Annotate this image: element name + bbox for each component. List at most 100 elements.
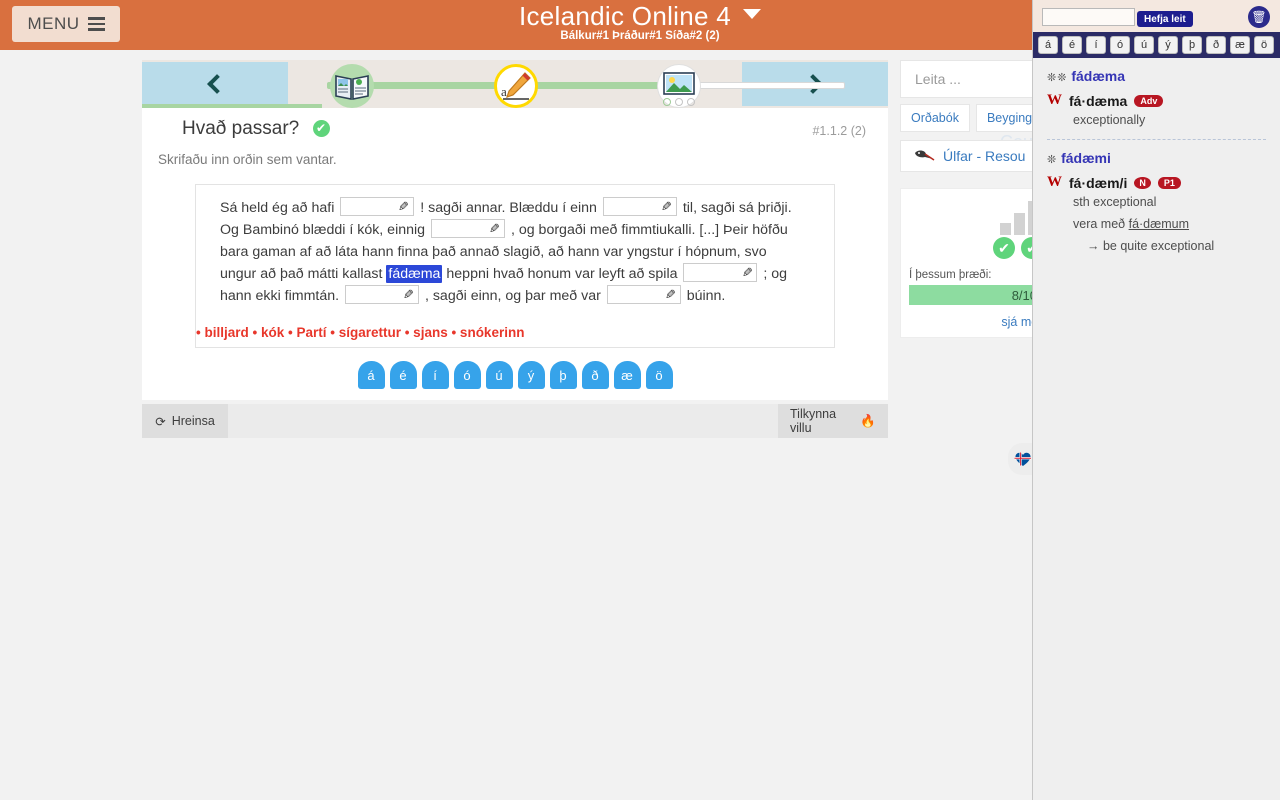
resource-link-ulfar[interactable]: Úlfar - Resou <box>900 140 1052 172</box>
page-title: Icelandic Online 4 <box>518 1 732 31</box>
check-circle-icon: ✔ <box>312 120 330 137</box>
dictionary-lemma-row: Wfá·dæma Adv <box>1047 92 1266 109</box>
chevron-left-icon <box>207 74 227 94</box>
report-error-button[interactable]: Tilkynna villu 🔥 <box>778 404 888 438</box>
dictionary-char-button-ú[interactable]: ú <box>1134 36 1154 54</box>
sidebar-search-input[interactable]: Leita ... <box>900 60 1052 98</box>
special-char-button-í[interactable]: í <box>421 361 449 389</box>
special-char-button-þ[interactable]: þ <box>549 361 577 389</box>
dictionary-headword[interactable]: fádæmi <box>1057 150 1111 166</box>
dictionary-lemma: fá·dæma <box>1069 92 1128 109</box>
dictionary-search-button-label: Hefja leit <box>1144 13 1186 25</box>
special-character-keyboard: áéíóúýþðæö <box>142 361 888 389</box>
exercise-card: Hvað passar? ✔ #1.1.2 (2) Skrifaðu inn o… <box>142 108 888 400</box>
part-of-speech-badge: N <box>1134 176 1151 189</box>
special-char-button-ó[interactable]: ó <box>453 361 481 389</box>
menu-button[interactable]: MENU <box>12 6 120 42</box>
progress-stats-card: ✔ ✔ Í þessum þræði: 8/10 sjá mei <box>900 188 1052 338</box>
progress-nav-row: a. <box>142 60 888 108</box>
exercise-title: Hvað passar? <box>182 118 300 139</box>
dictionary-char-button-ý[interactable]: ý <box>1158 36 1178 54</box>
dictionary-search-input[interactable] <box>1042 8 1135 26</box>
dictionary-entry: ❊ fádæmi Wfá·dæm/i N P1 sth exceptional vera … <box>1047 139 1266 261</box>
check-circle-icon: ✔ <box>993 237 1015 259</box>
special-char-button-ú[interactable]: ú <box>485 361 513 389</box>
dictionary-char-button-í[interactable]: í <box>1086 36 1106 54</box>
special-char-button-ö[interactable]: ö <box>645 361 673 389</box>
dictionary-search-button[interactable]: Hefja leit <box>1137 11 1193 27</box>
flame-icon: 🔥 <box>860 413 876 428</box>
step-reading[interactable] <box>330 64 374 108</box>
special-char-button-ý[interactable]: ý <box>517 361 545 389</box>
dictionary-char-button-ð[interactable]: ð <box>1206 36 1226 54</box>
step-dots <box>663 98 695 106</box>
dictionary-entry: ❊ ❊ fádæma Wfá·dæma Adv exceptionally <box>1047 68 1266 135</box>
resources-sidebar: Leita ... Orðabók Beyginga Úlfar - Resou… <box>900 60 1052 338</box>
answer-blank-input[interactable] <box>431 219 505 238</box>
exercise-text: Sá held ég að hafi ! sagði annar. Blæddu… <box>196 185 834 319</box>
tab-dictionary-label: Orðabók <box>911 111 959 125</box>
hamburger-icon <box>87 17 105 31</box>
special-char-button-é[interactable]: é <box>389 361 417 389</box>
word-cluster-icon: ❊ <box>1047 154 1056 166</box>
dictionary-char-button-é[interactable]: é <box>1062 36 1082 54</box>
special-char-button-ð[interactable]: ð <box>581 361 609 389</box>
tab-dictionary[interactable]: Orðabók <box>900 104 970 132</box>
exercise-text-box: Sá held ég að hafi ! sagði annar. Blæddu… <box>195 184 835 348</box>
selected-word[interactable]: fádæma <box>386 265 443 283</box>
dictionary-example-translation: → be quite exceptional <box>1087 239 1215 253</box>
pencil-writing-icon: a. <box>501 72 531 100</box>
word-cluster-icon: ❊ <box>1057 72 1066 84</box>
word-bank: • billjard • kók • Partí • sígarettur • … <box>196 325 525 340</box>
open-book-icon <box>335 75 369 100</box>
report-button-label: Tilkynna villu <box>790 407 837 435</box>
step-picture[interactable] <box>657 64 701 108</box>
refresh-icon: ⟳ <box>155 414 166 429</box>
dictionary-char-button-þ[interactable]: þ <box>1182 36 1202 54</box>
dictionary-char-button-á[interactable]: á <box>1038 36 1058 54</box>
dictionary-popup: Hefja leit s.monier 🗑 áéíóúýþðæö ❊❊ fádæ… <box>1032 0 1280 800</box>
exercise-instruction: Skrifaðu inn orðin sem vantar. <box>158 152 337 167</box>
clear-button[interactable]: ⟳ Hreinsa <box>142 404 228 438</box>
dictionary-entries: ❊ ❊ fádæma Wfá·dæma Adv exceptionally ❊ fádæm… <box>1033 58 1280 271</box>
dictionary-lemma-row: Wfá·dæm/i N P1 <box>1047 174 1266 191</box>
wiktionary-icon: W <box>1047 92 1062 108</box>
chevron-down-icon[interactable] <box>743 9 762 19</box>
bird-icon <box>915 150 935 161</box>
resource-link-label: Úlfar - Resou <box>943 148 1026 164</box>
word-cluster-icon: ❊ <box>1047 72 1056 84</box>
answer-blank-input[interactable] <box>606 285 681 304</box>
step-writing[interactable]: a. <box>494 64 538 108</box>
stats-progress-bar: 8/10 <box>909 285 1045 305</box>
answer-blank-input[interactable] <box>683 263 758 282</box>
answer-blank-input[interactable] <box>345 285 420 304</box>
dictionary-char-button-æ[interactable]: æ <box>1230 36 1250 54</box>
dictionary-char-button-ö[interactable]: ö <box>1254 36 1274 54</box>
prev-page-button[interactable] <box>142 62 288 106</box>
dictionary-headword-row: ❊ fádæmi <box>1047 150 1266 168</box>
dictionary-lemma: fá·dæm/i <box>1069 174 1128 191</box>
special-char-button-á[interactable]: á <box>357 361 385 389</box>
part-of-speech-badge: Adv <box>1134 94 1164 107</box>
dictionary-headword-row: ❊ ❊ fádæma <box>1047 68 1266 86</box>
sidebar-tabs: Orðabók Beyginga <box>900 104 1052 132</box>
wiktionary-icon: W <box>1047 174 1062 190</box>
answer-blank-input[interactable] <box>340 197 415 216</box>
dictionary-headword[interactable]: fádæma <box>1067 68 1125 84</box>
dictionary-gloss: exceptionally <box>1073 113 1146 127</box>
answer-blank-input[interactable] <box>602 197 677 216</box>
dictionary-char-button-ó[interactable]: ó <box>1110 36 1130 54</box>
dictionary-search-bar: Hefja leit s.monier 🗑 <box>1033 0 1280 32</box>
menu-button-label: MENU <box>27 14 80 33</box>
iceland-flag-heart-icon <box>1014 452 1031 466</box>
sidebar-search-placeholder: Leita ... <box>915 71 961 87</box>
special-char-button-æ[interactable]: æ <box>613 361 641 389</box>
exercise-title-row: Hvað passar? ✔ <box>182 118 330 140</box>
exercise-footer: ⟳ Hreinsa Tilkynna villu 🔥 <box>142 404 888 438</box>
dictionary-gloss: sth exceptional <box>1073 195 1157 209</box>
clear-button-label: Hreinsa <box>171 414 215 428</box>
trash-icon[interactable]: 🗑 <box>1248 6 1270 28</box>
progress-track-remaining <box>677 82 845 89</box>
stats-label: Í þessum þræði: <box>909 269 992 281</box>
exercise-number: #1.1.2 (2) <box>812 124 866 138</box>
